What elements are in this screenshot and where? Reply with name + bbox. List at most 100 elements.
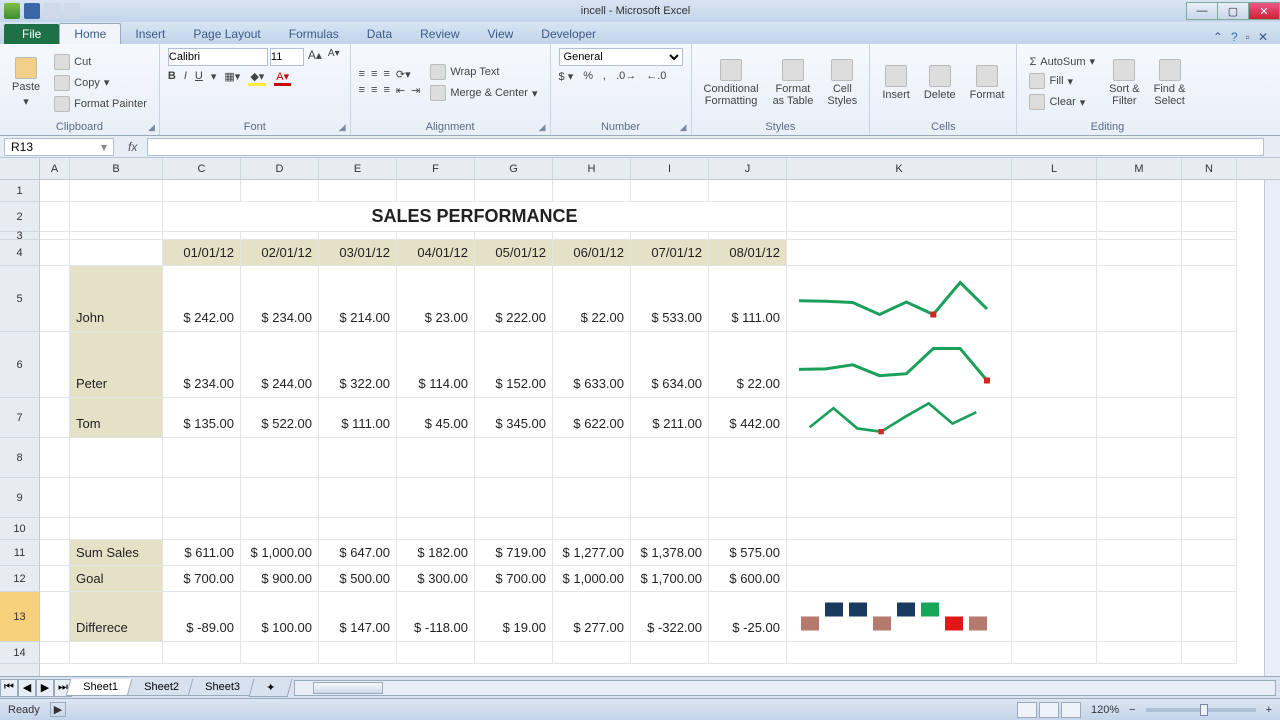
column-header[interactable]: H bbox=[553, 158, 631, 179]
percent-format-icon[interactable]: % bbox=[583, 70, 593, 83]
cell[interactable] bbox=[319, 518, 397, 540]
paste-button[interactable]: Paste▾ bbox=[8, 57, 44, 108]
value-cell[interactable]: $ 1,000.00 bbox=[241, 540, 319, 566]
value-cell[interactable]: $ -322.00 bbox=[631, 592, 709, 642]
tab-scroll-prev-icon[interactable]: ◀ bbox=[18, 679, 36, 697]
cell[interactable] bbox=[475, 438, 553, 478]
person-name[interactable]: John bbox=[70, 266, 163, 332]
column-header[interactable]: N bbox=[1182, 158, 1237, 179]
maximize-button[interactable]: ▢ bbox=[1217, 2, 1249, 20]
value-cell[interactable]: $ 182.00 bbox=[397, 540, 475, 566]
number-format-select[interactable]: General bbox=[559, 48, 683, 66]
cell[interactable] bbox=[553, 478, 631, 518]
cell[interactable] bbox=[241, 438, 319, 478]
fill-color-button[interactable]: ◆▾ bbox=[248, 70, 266, 86]
vertical-scrollbar[interactable] bbox=[1264, 180, 1280, 676]
cell[interactable] bbox=[787, 180, 1012, 202]
redo-icon[interactable] bbox=[64, 3, 80, 19]
cell[interactable] bbox=[163, 642, 241, 664]
cell[interactable] bbox=[40, 180, 70, 202]
value-cell[interactable]: $ 111.00 bbox=[319, 398, 397, 438]
comma-format-icon[interactable]: , bbox=[603, 70, 606, 83]
value-cell[interactable]: $ 900.00 bbox=[241, 566, 319, 592]
cell[interactable] bbox=[40, 438, 70, 478]
row-header[interactable]: 4 bbox=[0, 240, 39, 266]
autosum-button[interactable]: Σ AutoSum ▾ bbox=[1025, 54, 1099, 69]
cell[interactable] bbox=[397, 232, 475, 240]
column-header[interactable]: A bbox=[40, 158, 70, 179]
minimize-button[interactable]: — bbox=[1186, 2, 1218, 20]
row-header[interactable]: 5 bbox=[0, 266, 39, 332]
value-cell[interactable]: $ 23.00 bbox=[397, 266, 475, 332]
winloss-cell[interactable] bbox=[787, 592, 1012, 642]
macro-record-icon[interactable]: ▶ bbox=[50, 702, 66, 717]
value-cell[interactable]: $ 600.00 bbox=[709, 566, 787, 592]
value-cell[interactable]: $ 111.00 bbox=[709, 266, 787, 332]
fill-button[interactable]: Fill ▾ bbox=[1025, 72, 1099, 90]
sparkline-cell[interactable] bbox=[787, 332, 1012, 398]
value-cell[interactable]: $ 242.00 bbox=[163, 266, 241, 332]
cell[interactable] bbox=[553, 438, 631, 478]
cell[interactable] bbox=[631, 642, 709, 664]
row-header[interactable]: 2 bbox=[0, 202, 39, 232]
cell[interactable] bbox=[631, 478, 709, 518]
column-header[interactable]: D bbox=[241, 158, 319, 179]
value-cell[interactable]: $ 152.00 bbox=[475, 332, 553, 398]
cell[interactable] bbox=[475, 478, 553, 518]
cell[interactable] bbox=[241, 232, 319, 240]
value-cell[interactable]: $ 1,378.00 bbox=[631, 540, 709, 566]
cell[interactable] bbox=[1182, 232, 1237, 240]
cell[interactable] bbox=[241, 478, 319, 518]
value-cell[interactable]: $ 211.00 bbox=[631, 398, 709, 438]
row-header[interactable]: 1 bbox=[0, 180, 39, 202]
value-cell[interactable]: $ 622.00 bbox=[553, 398, 631, 438]
cell[interactable] bbox=[1012, 180, 1097, 202]
date-header[interactable]: 05/01/12 bbox=[475, 240, 553, 266]
cell[interactable] bbox=[475, 642, 553, 664]
cut-button[interactable]: Cut bbox=[50, 53, 151, 71]
value-cell[interactable]: $ 277.00 bbox=[553, 592, 631, 642]
align-top-icon[interactable]: ≡ bbox=[359, 68, 365, 81]
find-select-button[interactable]: Find & Select bbox=[1150, 59, 1190, 107]
sparkline-cell[interactable] bbox=[787, 266, 1012, 332]
cell[interactable] bbox=[1097, 478, 1182, 518]
help-icon[interactable]: ? bbox=[1231, 30, 1238, 44]
sheet-tab[interactable]: Sheet3 bbox=[187, 679, 256, 696]
value-cell[interactable]: $ 234.00 bbox=[241, 266, 319, 332]
close-workbook-icon[interactable]: ✕ bbox=[1258, 30, 1268, 44]
cell[interactable] bbox=[40, 518, 70, 540]
orientation-icon[interactable]: ⟳▾ bbox=[396, 68, 411, 81]
zoom-in-icon[interactable]: + bbox=[1266, 704, 1272, 716]
row-header[interactable]: 14 bbox=[0, 642, 39, 664]
cell[interactable] bbox=[163, 518, 241, 540]
font-size-input[interactable] bbox=[270, 48, 304, 66]
tab-file[interactable]: File bbox=[4, 24, 59, 44]
tab-data[interactable]: Data bbox=[353, 24, 406, 44]
cell[interactable] bbox=[40, 642, 70, 664]
value-cell[interactable]: $ 22.00 bbox=[709, 332, 787, 398]
cell[interactable] bbox=[163, 438, 241, 478]
cell[interactable] bbox=[475, 518, 553, 540]
horizontal-scrollbar[interactable] bbox=[294, 680, 1276, 696]
undo-icon[interactable] bbox=[44, 3, 60, 19]
column-header[interactable]: M bbox=[1097, 158, 1182, 179]
delete-cells-button[interactable]: Delete bbox=[920, 65, 960, 101]
cell[interactable] bbox=[70, 232, 163, 240]
font-name-input[interactable] bbox=[168, 48, 268, 66]
cell[interactable] bbox=[319, 232, 397, 240]
value-cell[interactable]: $ 234.00 bbox=[163, 332, 241, 398]
zoom-slider[interactable] bbox=[1146, 708, 1256, 712]
wrap-text-button[interactable]: Wrap Text bbox=[426, 63, 541, 81]
cell[interactable] bbox=[709, 438, 787, 478]
conditional-formatting-button[interactable]: Conditional Formatting bbox=[700, 59, 763, 107]
cell[interactable] bbox=[70, 180, 163, 202]
value-cell[interactable]: $ 500.00 bbox=[319, 566, 397, 592]
row-header[interactable]: 8 bbox=[0, 438, 39, 478]
tab-developer[interactable]: Developer bbox=[527, 24, 610, 44]
tab-review[interactable]: Review bbox=[406, 24, 473, 44]
border-button[interactable]: ▦▾ bbox=[224, 70, 240, 86]
select-all-triangle[interactable] bbox=[0, 158, 39, 180]
cell[interactable] bbox=[553, 518, 631, 540]
page-break-view-icon[interactable] bbox=[1061, 702, 1081, 718]
value-cell[interactable]: $ 300.00 bbox=[397, 566, 475, 592]
